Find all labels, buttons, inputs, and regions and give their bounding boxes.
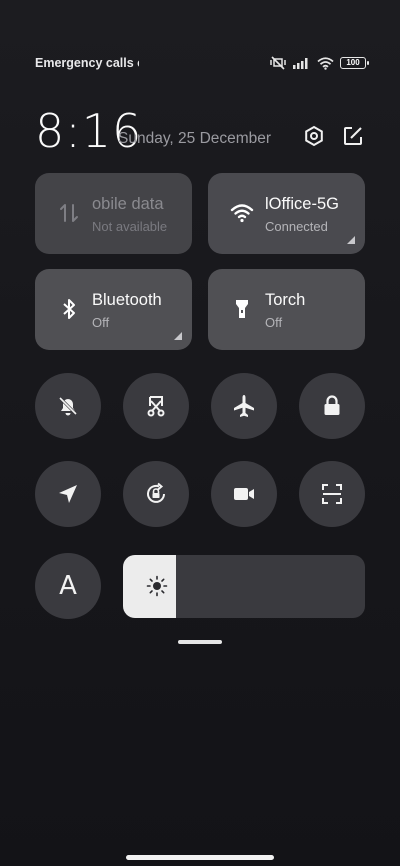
lock-screen-toggle[interactable] [299,373,365,439]
video-camera-icon [234,488,254,500]
scanner-toggle[interactable] [299,461,365,527]
mobile-data-status: Not available [92,219,168,234]
status-bar: Emergency calls o 100 [35,52,369,74]
panel-drag-handle[interactable] [178,640,222,644]
status-icons: 100 [269,56,369,70]
location-toggle[interactable] [35,461,101,527]
settings-icon[interactable] [303,125,325,147]
rotate-lock-icon [147,482,165,503]
navigation-arrow-icon [59,485,77,503]
rotation-lock-toggle[interactable] [123,461,189,527]
torch-tile[interactable]: Torch Off [208,269,365,350]
auto-brightness-toggle[interactable]: A [35,553,101,619]
bluetooth-title: Bluetooth [92,291,162,309]
bluetooth-tile[interactable]: Bluetooth Off [35,269,192,350]
date-text: Sunday, 25 December [118,130,272,147]
screenshot-toggle[interactable] [123,373,189,439]
brightness-slider[interactable] [123,555,365,618]
mobile-data-tile[interactable]: obile data Not available [35,173,192,254]
mobile-data-icon [60,204,78,222]
sun-icon [146,575,168,597]
mobile-data-title: obile data [92,195,164,213]
torch-icon [236,300,248,318]
wifi-status: Connected [265,219,328,234]
carrier-status-text: Emergency calls o [35,56,139,70]
mute-vibrate-icon [270,56,286,70]
edit-icon[interactable] [342,125,364,147]
wifi-icon [230,204,254,223]
airplane-mode-toggle[interactable] [211,373,277,439]
bluetooth-status: Off [92,315,110,330]
airplane-icon [234,395,254,417]
wifi-icon [317,56,334,70]
expand-corner-icon[interactable] [174,332,182,340]
torch-title: Torch [265,291,306,309]
scan-icon [322,484,342,504]
lock-icon [324,395,340,415]
battery-icon: 100 [340,57,369,69]
mute-toggle[interactable] [35,373,101,439]
bell-off-icon [58,396,78,416]
bluetooth-icon [63,299,75,319]
screen-recorder-toggle[interactable] [211,461,277,527]
signal-icon [293,58,308,69]
wifi-network-name: lOffice-5G [265,195,339,213]
home-indicator[interactable] [126,855,274,860]
scissors-icon [147,396,165,417]
wifi-tile[interactable]: lOffice-5G Connected [208,173,365,254]
expand-corner-icon[interactable] [347,236,355,244]
torch-status: Off [265,315,283,330]
auto-brightness-label: A [59,571,77,601]
